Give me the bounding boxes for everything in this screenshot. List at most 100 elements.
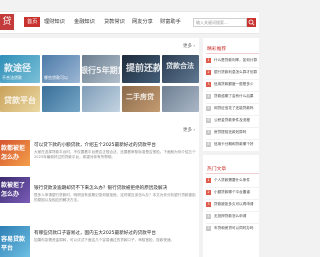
banner-tile[interactable]: 哪些贷款可以 (42, 55, 80, 83)
tile-title: 款途径 (4, 64, 32, 74)
thumb-text: 怎么办 (1, 191, 20, 198)
article-title[interactable]: 银行贷款没逾期却贷不下来怎么办？银行贷款被拒绝的原因及解决 (34, 185, 167, 191)
sidebar-list-item[interactable]: 1 什么是贷款利率，如何计算 (206, 58, 259, 64)
sidebar-list-item[interactable]: 3 信用贷款额度一般是多少 (206, 82, 259, 88)
banner-tile[interactable]: 二手房贷 (122, 86, 160, 112)
divider (206, 103, 259, 104)
banner-more-link[interactable]: 更多 › (183, 43, 195, 49)
sidebar-item-label: 车贷和房贷可以同时办吗 (214, 226, 254, 230)
tile-title: 提前还款 (126, 64, 160, 74)
thumb-text: 容易贷款 (1, 236, 26, 243)
nav-loan-basics[interactable]: 贷款常识 (104, 17, 125, 27)
rank-number: 7 (206, 130, 211, 135)
article-thumbnail[interactable]: 款被拒了 怎么办 (0, 177, 30, 203)
sidebar-list-item[interactable]: 2 小额贷款哪个平台靠谱 (206, 190, 259, 196)
thumb-text: 怎么办 (1, 154, 20, 161)
sidebar-item-label: 无抵押贷款怎么申请 (214, 214, 247, 218)
nav-home[interactable]: 首页 (24, 17, 41, 27)
divider (206, 91, 259, 92)
sidebar-title-hot: 热门文章 (207, 167, 227, 172)
divider (206, 53, 259, 54)
sidebar-item-label: 信用卡分期和贷款哪个好 (214, 142, 254, 146)
rank-number: 3 (206, 202, 211, 207)
nav-banking-knowledge[interactable]: 金融知识 (74, 17, 95, 27)
sidebar-item-label: 房贷提前还款划算吗 (214, 130, 247, 134)
banner-tile[interactable]: 提前还款 (122, 55, 160, 83)
nav-wealth-assistant[interactable]: 财富助手 (160, 17, 181, 27)
banner-tile[interactable]: 银行5年期贷 (82, 55, 120, 83)
tile-title: 银行5年期贷 (82, 66, 120, 75)
sidebar-title-recommend: 精彩推荐 (207, 47, 227, 52)
sidebar-list-item[interactable]: 5 车贷和房贷可以同时办吗 (206, 226, 259, 232)
divider (206, 115, 259, 116)
site-logo[interactable]: 贷 (0, 14, 14, 30)
search-button[interactable] (247, 18, 256, 27)
divider (206, 223, 259, 224)
sidebar-list-item[interactable]: 1 个人贷款需要什么条件 (206, 178, 259, 184)
sidebar-item-label: 公积金贷款条件及流程 (214, 118, 250, 122)
sidebar-list-item[interactable]: 6 公积金贷款条件及流程 (206, 118, 259, 124)
article-thumbnail[interactable]: 容易贷款 平台 (0, 226, 30, 257)
divider (206, 187, 259, 188)
article-summary: 大家在选择贷款平台时，不仅要看平台是否正规合法，还要看审核标准是否宽松。下面就为… (34, 150, 196, 159)
sidebar-list-item[interactable]: 5 网贷征信花了还能贷款吗 (206, 106, 259, 112)
sidebar-item-label: 信用贷款额度一般是多少 (214, 82, 254, 86)
top-strip (0, 0, 259, 12)
sidebar-list-item[interactable]: 4 无抵押贷款怎么申请 (206, 214, 259, 220)
rank-number: 4 (206, 214, 211, 219)
rank-number: 4 (206, 94, 211, 99)
tile-title: 贷款合法 (166, 62, 194, 70)
sidebar-list-item[interactable]: 7 房贷提前还款划算吗 (206, 130, 259, 136)
nav-user-share[interactable]: 网友分享 (132, 17, 153, 27)
rank-number: 8 (206, 142, 211, 147)
rank-number: 1 (206, 178, 211, 183)
banner-tile[interactable] (82, 86, 120, 112)
banner-tile[interactable] (42, 86, 80, 112)
thumb-text: 款被拒了 (1, 182, 26, 189)
tile-title: 贷款平台 (4, 96, 36, 105)
rank-number: 2 (206, 190, 211, 195)
article-title[interactable]: 有哪些贷款口子容易过，国内五大2025最新好过的贷款平台 (34, 230, 156, 236)
articles-more-link[interactable]: 更多 › (183, 127, 195, 133)
sidebar-item-label: 网贷征信花了还能贷款吗 (214, 106, 254, 110)
divider (206, 173, 259, 174)
tile-title: 二手房贷 (126, 93, 154, 101)
banner-tile[interactable]: 款途径 不合法贷款 (0, 55, 40, 83)
sidebar-list-item[interactable]: 2 银行贷款利息怎么算才划算 (206, 70, 259, 76)
rank-number: 6 (206, 118, 211, 123)
banner-tile[interactable]: 贷款合法 (162, 55, 199, 83)
divider (206, 199, 259, 200)
sidebar-item-label: 个人贷款需要什么条件 (214, 178, 250, 182)
article-thumbnail[interactable]: 款都被拒 怎么办 (0, 140, 30, 166)
tile-caption: 不合法贷款 (2, 75, 22, 80)
divider (206, 139, 259, 140)
divider (206, 211, 259, 212)
tile-caption: 哪些贷款可以 (44, 75, 68, 80)
sidebar-item-label: 银行贷款利息怎么算才划算 (214, 70, 258, 74)
rank-number: 3 (206, 82, 211, 87)
rank-number: 2 (206, 70, 211, 75)
article-summary: 如果你急需资金周转，可以试试下面这几个容易通过的贷款口子，审核宽松、放款快速。 (34, 238, 175, 242)
sidebar-item-label: 小额贷款哪个平台靠谱 (214, 190, 250, 194)
sidebar-item-label: 贷款逾期了会有什么后果 (214, 94, 254, 98)
rank-number: 1 (206, 58, 211, 63)
banner-tile[interactable]: 贷款平台 (0, 86, 40, 112)
thumb-text: 款都被拒 (1, 145, 26, 152)
banner-tile[interactable] (162, 86, 199, 112)
divider (206, 127, 259, 128)
sidebar-list-item[interactable]: 3 贷款被拒多久可以再申请 (206, 202, 259, 208)
sidebar-item-label: 贷款被拒多久可以再申请 (214, 202, 254, 206)
article-summary: 很多人申请银行贷款时，明明没有逾期记录却被拒绝，这时候应该怎么办？本文为你分析银… (34, 193, 196, 202)
rank-number: 5 (206, 106, 211, 111)
rank-number: 5 (206, 226, 211, 231)
search-icon (248, 19, 255, 26)
nav-finance-knowledge[interactable]: 理财知识 (44, 17, 65, 27)
divider (206, 67, 259, 68)
search-input[interactable]: 输入关键词搜索... (193, 18, 247, 27)
article-title[interactable]: 可以贷下款的小额贷款，介绍五个2025最新好过的贷款平台 (34, 142, 156, 148)
sidebar-item-label: 什么是贷款利率，如何计算 (214, 58, 258, 62)
sidebar-list-item[interactable]: 4 贷款逾期了会有什么后果 (206, 94, 259, 100)
divider (206, 79, 259, 80)
thumb-text: 平台 (1, 245, 14, 252)
sidebar-list-item[interactable]: 8 信用卡分期和贷款哪个好 (206, 142, 259, 148)
